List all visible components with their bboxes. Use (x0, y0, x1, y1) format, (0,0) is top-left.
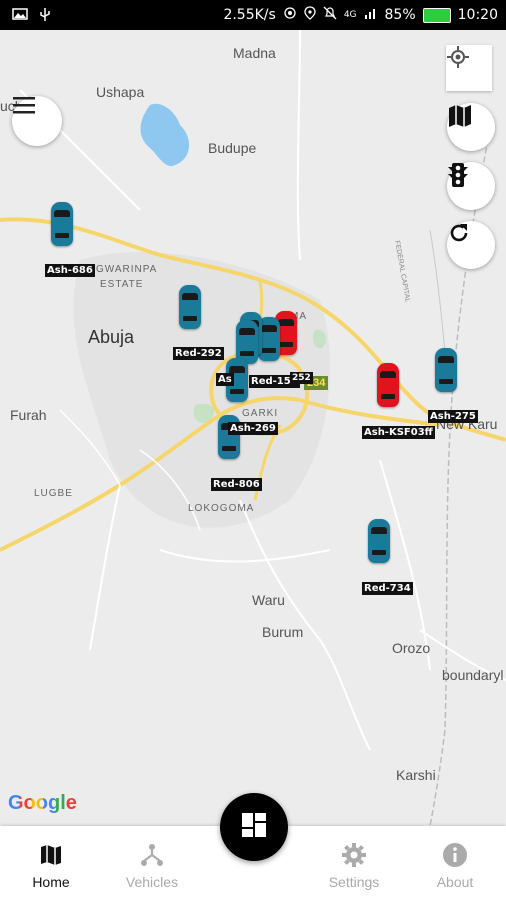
refresh-button[interactable] (447, 221, 495, 269)
nav-home[interactable]: Home (1, 826, 101, 900)
vehicle-marker[interactable] (51, 202, 73, 246)
map-type-button[interactable] (447, 103, 495, 151)
network-speed: 2.55K/s (223, 7, 276, 23)
vehicle-marker[interactable] (179, 285, 201, 329)
place-estate: ESTATE (100, 279, 144, 290)
nav-about[interactable]: About (405, 826, 505, 900)
menu-button[interactable] (12, 96, 62, 146)
nav-settings[interactable]: Settings (304, 826, 404, 900)
vehicle-label[interactable]: As (216, 373, 234, 386)
nav-vehicles-label: Vehicles (125, 874, 179, 890)
place-boundary: boundaryl (442, 667, 504, 683)
place-gwarinpa: GWARINPA (96, 264, 158, 275)
place-burum: Burum (262, 624, 304, 640)
place-karshi: Karshi (396, 767, 436, 783)
place-furah: Furah (10, 407, 47, 423)
traffic-button[interactable] (447, 162, 495, 210)
nav-vehicles[interactable]: Vehicles (102, 826, 202, 900)
place-budupe: Budupe (208, 140, 257, 156)
place-waru: Waru (252, 592, 285, 608)
info-icon (442, 842, 468, 868)
map-view[interactable]: Madna Ushapa uch Budupe GWARINPA ESTATE … (0, 30, 506, 826)
mute-icon (323, 6, 337, 24)
gear-icon (341, 842, 367, 868)
vehicle-label[interactable]: Red-292 (173, 347, 224, 360)
signal-icon (364, 6, 378, 24)
vehicle-label[interactable]: Ash-275 (428, 410, 478, 423)
vehicle-label[interactable]: 252 (290, 372, 313, 384)
vehicle-marker[interactable] (435, 348, 457, 392)
place-abuja: Abuja (88, 327, 135, 347)
place-garki: GARKI (242, 408, 279, 419)
nav-about-label: About (436, 874, 474, 890)
network-icon (139, 842, 165, 868)
location-status-icon (304, 6, 316, 24)
battery-icon (422, 7, 451, 23)
battery-percent: 85% (384, 7, 416, 23)
status-bar: 2.55K/s 4G 85% 10:20 (0, 0, 506, 30)
vehicle-marker[interactable] (368, 519, 390, 563)
place-ushapa: Ushapa (96, 84, 145, 100)
vehicle-label[interactable]: Red-806 (211, 478, 262, 491)
place-orozo: Orozo (392, 640, 431, 656)
vehicle-label[interactable]: Red-734 (362, 582, 413, 595)
usb-icon (38, 7, 52, 27)
google-logo: Google (8, 792, 77, 814)
nav-home-label: Home (32, 874, 70, 890)
image-icon (12, 7, 28, 27)
vehicle-label[interactable]: Ash-686 (45, 264, 95, 277)
vehicle-label[interactable]: Ash-269 (228, 422, 278, 435)
my-location-button[interactable] (446, 45, 492, 91)
vehicle-label[interactable]: Ash-KSF03ff (362, 426, 435, 439)
clock: 10:20 (457, 7, 498, 23)
place-madna: Madna (233, 45, 276, 61)
dashboard-icon (241, 812, 267, 843)
place-lokogoma: LOKOGOMA (188, 503, 255, 514)
dashboard-fab[interactable] (220, 793, 288, 861)
vehicle-marker[interactable] (377, 363, 399, 407)
nav-settings-label: Settings (328, 874, 380, 890)
hotspot-icon (283, 6, 297, 24)
map-icon (38, 842, 64, 868)
signal-4g-icon: 4G (343, 10, 357, 20)
place-lugbe: LUGBE (34, 488, 73, 499)
